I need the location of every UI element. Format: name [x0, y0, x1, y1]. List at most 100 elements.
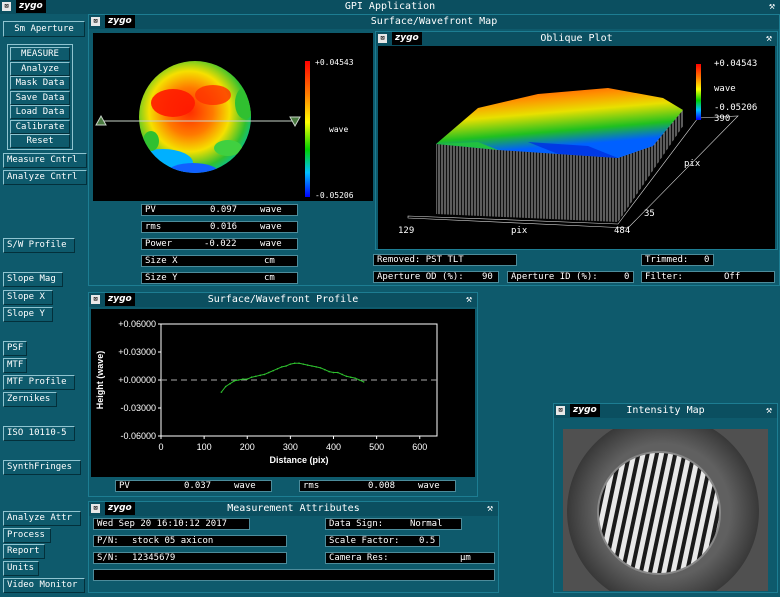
- size-x-result: Size X cm: [141, 255, 298, 267]
- reset-button[interactable]: Reset: [10, 134, 70, 148]
- oblique-x-right: 484: [614, 226, 631, 236]
- mtf-button[interactable]: MTF: [3, 358, 27, 373]
- save-data-button[interactable]: Save Data: [10, 91, 70, 105]
- oblique-surface-image: [407, 64, 739, 229]
- surface-map-titlebar: ⊠ zygo Surface/Wavefront Map: [89, 15, 779, 29]
- close-icon[interactable]: ⊠: [91, 504, 100, 513]
- oblique-y-top: 390: [714, 114, 731, 124]
- y-axis-label: Height (wave): [95, 351, 105, 410]
- profile-point: [341, 373, 343, 376]
- scale-unit: wave: [329, 125, 349, 134]
- zernikes-button[interactable]: Zernikes: [3, 392, 57, 407]
- oblique-plot-view[interactable]: +0.04543 wave -0.05206 390 pix 35 129 pi…: [378, 46, 775, 249]
- profile-point: [229, 382, 231, 385]
- close-icon[interactable]: ⊠: [2, 2, 11, 11]
- report-button[interactable]: Report: [3, 544, 45, 559]
- x-axis-label: Distance (pix): [269, 455, 328, 465]
- profile-point: [306, 364, 309, 366]
- analyze-attr-button[interactable]: Analyze Attr: [3, 511, 81, 526]
- measure-cntrl-button[interactable]: Measure Cntrl: [3, 153, 87, 168]
- scale-max: +0.04543: [315, 58, 354, 67]
- notes-field[interactable]: [93, 569, 495, 581]
- load-data-button[interactable]: Load Data: [10, 105, 70, 119]
- fringe-pattern: [567, 415, 759, 597]
- analyze-button[interactable]: Analyze: [10, 62, 70, 76]
- data-sign-field[interactable]: Data Sign: Normal: [325, 518, 462, 530]
- power-result: Power -0.022 wave: [141, 238, 298, 250]
- calibrate-button[interactable]: Calibrate: [10, 120, 70, 134]
- oblique-x-label: pix: [511, 226, 528, 236]
- profile-line: [221, 362, 364, 393]
- profile-point: [354, 377, 356, 379]
- slope-mag-button[interactable]: Slope Mag: [3, 272, 63, 287]
- profile-point: [237, 379, 240, 381]
- close-icon[interactable]: ⊠: [91, 17, 100, 26]
- intensity-titlebar: ⊠ zygo Intensity Map ⚒: [554, 404, 777, 418]
- x-tick-label: 400: [326, 442, 341, 452]
- profile-point: [224, 385, 227, 388]
- profile-point: [345, 375, 348, 378]
- slope-x-button[interactable]: Slope X: [3, 290, 53, 305]
- close-icon[interactable]: ⊠: [378, 34, 387, 43]
- profile-chart: +0.06000 +0.03000 +0.00000 -0.03000 -0.06000…: [95, 319, 438, 465]
- iso-button[interactable]: ISO 10110-5: [3, 426, 75, 441]
- profile-titlebar: ⊠ zygo Surface/Wavefront Profile ⚒: [89, 293, 477, 307]
- oblique-scale-unit: wave: [714, 84, 736, 94]
- profile-point: [289, 363, 292, 365]
- wrench-icon[interactable]: ⚒: [463, 294, 475, 306]
- profile-rms: rms 0.008 wave: [299, 480, 456, 492]
- pv-result: PV 0.097 wave: [141, 204, 298, 216]
- oblique-plot-titlebar: ⊠ zygo Oblique Plot ⚒: [376, 32, 777, 46]
- profile-point: [280, 366, 283, 368]
- sn-field[interactable]: S/N: 12345679: [93, 552, 287, 564]
- wrench-icon[interactable]: ⚒: [763, 33, 775, 45]
- date-field[interactable]: Wed Sep 20 16:10:12 2017: [93, 518, 250, 530]
- wrench-icon[interactable]: ⚒: [484, 503, 496, 515]
- profile-point: [285, 365, 287, 367]
- close-icon[interactable]: ⊠: [91, 295, 100, 304]
- oblique-plot-title: Oblique Plot: [540, 33, 613, 44]
- profile-point: [298, 362, 300, 364]
- synthfringes-button[interactable]: SynthFringes: [3, 460, 81, 475]
- profile-point: [242, 378, 244, 380]
- profile-point: [332, 371, 335, 374]
- wrench-icon[interactable]: ⚒: [763, 405, 775, 417]
- rms-result: rms 0.016 wave: [141, 221, 298, 233]
- slope-y-button[interactable]: Slope Y: [3, 307, 53, 322]
- aperture-id-status: Aperture ID (%): 0: [507, 271, 634, 283]
- video-monitor-button[interactable]: Video Monitor: [3, 578, 85, 593]
- wrench-icon[interactable]: ⚒: [766, 1, 778, 13]
- intensity-map-window: ⊠ zygo Intensity Map ⚒: [553, 403, 778, 597]
- profile-point: [293, 362, 296, 364]
- y-tick-label: +0.03000: [118, 347, 156, 357]
- profile-point: [263, 373, 266, 376]
- pn-field[interactable]: P/N: stock 05 axicon: [93, 535, 287, 547]
- psf-button[interactable]: PSF: [3, 341, 27, 356]
- scale-factor-field[interactable]: Scale Factor: 0.5: [325, 535, 440, 547]
- profile-plot-area[interactable]: +0.06000 +0.03000 +0.00000 -0.03000 -0.06000…: [91, 309, 475, 477]
- oblique-scale-min: -0.05206: [714, 103, 758, 113]
- mask-data-button[interactable]: Mask Data: [10, 76, 70, 90]
- trimmed-status: Trimmed: 0: [641, 254, 714, 266]
- process-button[interactable]: Process: [3, 528, 51, 543]
- zygo-logo: zygo: [570, 404, 600, 417]
- size-y-result: Size Y cm: [141, 272, 298, 284]
- analyze-cntrl-button[interactable]: Analyze Cntrl: [3, 170, 87, 185]
- x-tick-label: 100: [197, 442, 212, 452]
- profile-point: [276, 368, 279, 370]
- zygo-logo: zygo: [392, 32, 422, 45]
- intensity-image[interactable]: [563, 415, 768, 597]
- app-title-bar: ⊠ zygo GPI Application ⚒: [0, 0, 780, 14]
- measure-button[interactable]: MEASURE: [10, 47, 70, 61]
- units-button[interactable]: Units: [3, 561, 39, 576]
- x-tick-label: 500: [369, 442, 384, 452]
- camera-res-field[interactable]: Camera Res: µm: [325, 552, 495, 564]
- surface-map-view[interactable]: +0.04543 wave -0.05206: [93, 33, 373, 201]
- x-tick-label: 200: [240, 442, 255, 452]
- sw-profile-button[interactable]: S/W Profile: [3, 238, 75, 253]
- aperture-od-status: Aperture OD (%): 90: [373, 271, 499, 283]
- aperture-button[interactable]: Sm Aperture: [3, 21, 85, 37]
- profile-point: [358, 379, 361, 381]
- mtf-profile-button[interactable]: MTF Profile: [3, 375, 75, 390]
- close-icon[interactable]: ⊠: [556, 406, 565, 415]
